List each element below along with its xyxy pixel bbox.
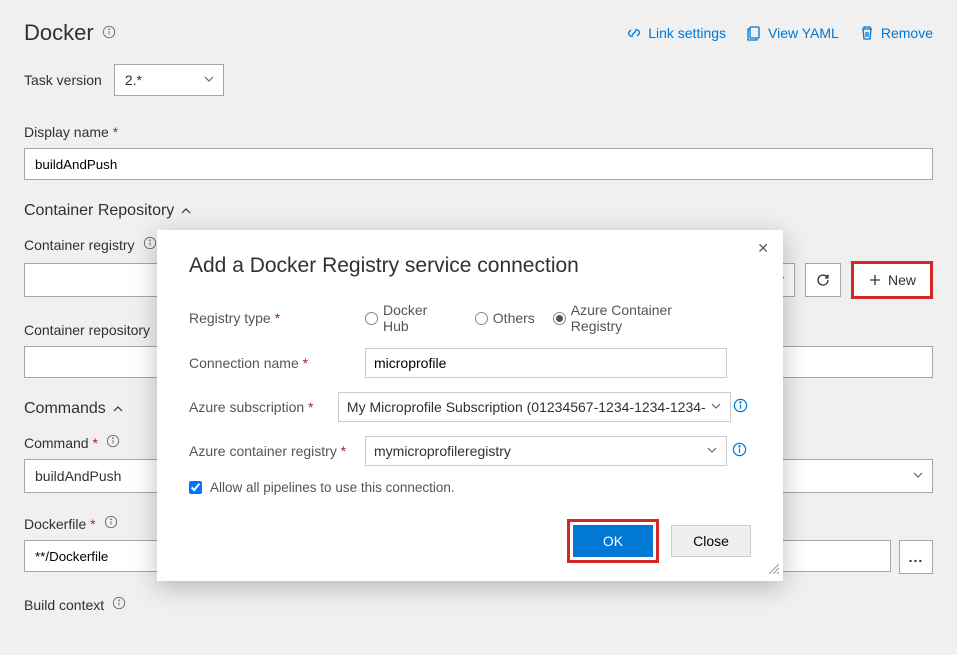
link-settings-button[interactable]: Link settings <box>626 25 726 41</box>
commands-section-label: Commands <box>24 400 106 418</box>
info-icon[interactable] <box>104 515 118 532</box>
radio-others[interactable]: Others <box>475 310 535 326</box>
azure-container-registry-label: Azure container registry <box>189 443 346 459</box>
registry-type-radio-group: Docker Hub Others Azure Container Regist… <box>365 302 727 334</box>
ellipsis-icon: ... <box>909 549 924 565</box>
chevron-up-icon <box>112 403 124 415</box>
info-icon[interactable] <box>112 596 126 613</box>
dialog-title: Add a Docker Registry service connection <box>189 254 751 278</box>
radio-label: Azure Container Registry <box>571 302 727 334</box>
refresh-button[interactable] <box>805 263 841 297</box>
chevron-down-icon <box>710 399 722 415</box>
remove-button[interactable]: Remove <box>859 25 933 41</box>
chevron-up-icon <box>180 205 192 217</box>
container-registry-label: Container registry <box>24 237 135 253</box>
dialog-close-button[interactable]: ✕ <box>757 240 769 257</box>
display-name-label: Display name <box>24 124 118 140</box>
task-version-select[interactable]: 2.* <box>114 64 224 96</box>
chevron-down-icon <box>706 443 718 459</box>
add-service-connection-dialog: ✕ Add a Docker Registry service connecti… <box>157 230 783 581</box>
chevron-down-icon <box>912 468 924 484</box>
connection-name-label: Connection name <box>189 355 308 371</box>
azure-container-registry-select[interactable]: mymicroprofileregistry <box>365 436 727 466</box>
view-yaml-button[interactable]: View YAML <box>746 25 839 41</box>
allow-all-label: Allow all pipelines to use this connecti… <box>210 480 455 495</box>
dockerfile-label: Dockerfile <box>24 516 96 532</box>
azure-container-registry-value: mymicroprofileregistry <box>374 443 511 459</box>
page-title: Docker <box>24 20 94 46</box>
radio-label: Docker Hub <box>383 302 457 334</box>
command-label: Command <box>24 435 98 451</box>
radio-azure-container-registry[interactable]: Azure Container Registry <box>553 302 727 334</box>
info-icon[interactable] <box>143 236 157 253</box>
azure-subscription-select[interactable]: My Microprofile Subscription (01234567-1… <box>338 392 731 422</box>
task-version-value: 2.* <box>125 72 142 88</box>
registry-type-label: Registry type <box>189 310 280 326</box>
remove-label: Remove <box>881 25 933 41</box>
link-settings-label: Link settings <box>648 25 726 41</box>
resize-handle-icon[interactable] <box>767 561 779 577</box>
chevron-down-icon <box>203 72 215 88</box>
radio-label: Others <box>493 310 535 326</box>
info-icon[interactable] <box>106 434 120 451</box>
browse-button[interactable]: ... <box>899 540 933 574</box>
view-yaml-label: View YAML <box>768 25 839 41</box>
azure-subscription-label: Azure subscription <box>189 399 314 415</box>
build-context-label: Build context <box>24 597 104 613</box>
connection-name-input[interactable] <box>365 348 727 378</box>
new-button[interactable]: New <box>851 261 933 299</box>
container-repository-section[interactable]: Container Repository <box>24 202 933 220</box>
info-icon[interactable] <box>102 25 116 42</box>
info-icon[interactable] <box>733 398 748 416</box>
allow-all-checkbox[interactable] <box>189 481 202 494</box>
refresh-icon <box>815 272 831 288</box>
command-value: buildAndPush <box>35 468 121 484</box>
display-name-input[interactable] <box>24 148 933 180</box>
radio-docker-hub[interactable]: Docker Hub <box>365 302 457 334</box>
azure-subscription-value: My Microprofile Subscription (01234567-1… <box>347 399 706 415</box>
task-version-label: Task version <box>24 72 102 88</box>
new-button-label: New <box>888 272 916 288</box>
container-repository-section-label: Container Repository <box>24 202 174 220</box>
container-repository-label: Container repository <box>24 322 150 338</box>
plus-icon <box>868 273 882 287</box>
close-button[interactable]: Close <box>671 525 751 557</box>
info-icon[interactable] <box>732 442 747 460</box>
ok-button[interactable]: OK <box>573 525 653 557</box>
